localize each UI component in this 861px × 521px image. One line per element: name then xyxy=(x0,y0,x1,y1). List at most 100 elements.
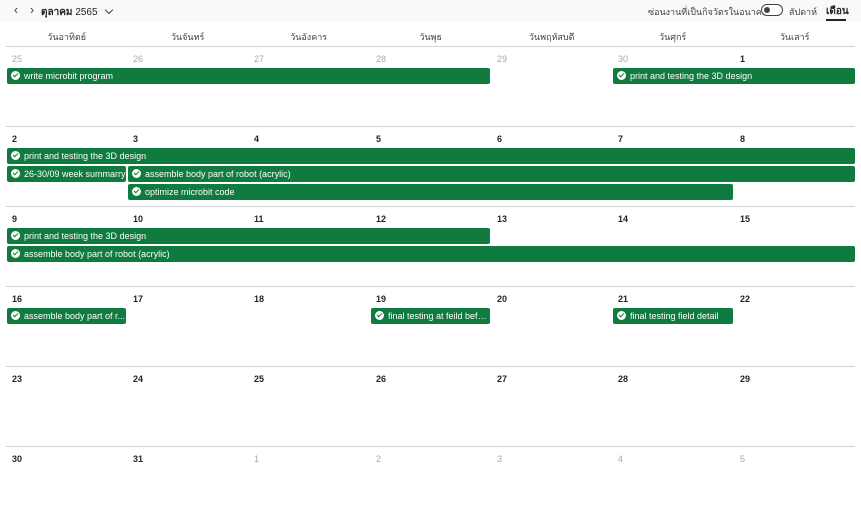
task-event[interactable]: assemble body part of robot (acrylic) xyxy=(128,166,855,182)
day-number[interactable]: 21 xyxy=(618,294,628,304)
active-tab-indicator xyxy=(826,19,846,21)
checkmark-circle-icon xyxy=(617,71,626,80)
chevron-down-icon xyxy=(105,5,114,15)
day-number[interactable]: 22 xyxy=(740,294,750,304)
task-event[interactable]: assemble body part of r... xyxy=(7,308,126,324)
weekday-header: วันเสาร์ xyxy=(779,32,810,42)
weekday-header: วันอังคาร xyxy=(290,32,328,42)
day-number[interactable]: 2 xyxy=(376,454,381,464)
month-label: ตุลาคม xyxy=(41,7,73,18)
day-number[interactable]: 28 xyxy=(618,374,628,384)
task-event-title: print and testing the 3D design xyxy=(24,151,147,161)
week-separator xyxy=(6,446,855,447)
weekday-header: วันพุธ xyxy=(419,32,442,42)
checkmark-circle-icon xyxy=(617,311,626,320)
day-number[interactable]: 29 xyxy=(740,374,750,384)
day-number[interactable]: 31 xyxy=(133,454,143,464)
day-number[interactable]: 25 xyxy=(12,54,22,64)
weekday-header: วันอาทิตย์ xyxy=(47,32,86,42)
day-number[interactable]: 16 xyxy=(12,294,22,304)
day-number[interactable]: 5 xyxy=(376,134,381,144)
checkmark-circle-icon xyxy=(11,231,20,240)
task-event-title: final testing at feild befo... xyxy=(388,311,490,321)
day-number[interactable]: 2 xyxy=(12,134,17,144)
day-number[interactable]: 3 xyxy=(133,134,138,144)
task-event-title: assemble body part of robot (acrylic) xyxy=(145,169,291,179)
day-number[interactable]: 27 xyxy=(254,54,264,64)
weekday-header: วันพฤหัสบดี xyxy=(528,32,575,42)
day-number[interactable]: 30 xyxy=(12,454,22,464)
checkmark-circle-icon xyxy=(132,187,141,196)
day-number[interactable]: 5 xyxy=(740,454,745,464)
day-number[interactable]: 4 xyxy=(618,454,623,464)
chevron-left-icon[interactable]: ‹ xyxy=(9,3,23,17)
day-number[interactable]: 4 xyxy=(254,134,259,144)
day-number[interactable]: 1 xyxy=(254,454,259,464)
day-number[interactable]: 25 xyxy=(254,374,264,384)
task-event[interactable]: write microbit program xyxy=(7,68,490,84)
day-number[interactable]: 18 xyxy=(254,294,264,304)
day-number[interactable]: 28 xyxy=(376,54,386,64)
day-number[interactable]: 26 xyxy=(133,54,143,64)
day-number[interactable]: 26 xyxy=(376,374,386,384)
day-number[interactable]: 14 xyxy=(618,214,628,224)
calendar-toolbar: ‹ › ตุลาคม 2565 ซ่อนงานที่เป็นกิจวัตรในอ… xyxy=(0,0,861,22)
checkmark-circle-icon xyxy=(132,169,141,178)
weekday-header: วันจันทร์ xyxy=(170,32,205,42)
checkmark-circle-icon xyxy=(11,249,20,258)
chevron-right-icon[interactable]: › xyxy=(25,3,39,17)
task-event[interactable]: 26-30/09 week summarry xyxy=(7,166,126,182)
task-event[interactable]: optimize microbit code xyxy=(128,184,733,200)
checkmark-circle-icon xyxy=(375,311,384,320)
day-number[interactable]: 20 xyxy=(497,294,507,304)
day-number[interactable]: 30 xyxy=(618,54,628,64)
task-event-title: assemble body part of r... xyxy=(24,311,126,321)
toggle-knob xyxy=(764,7,770,13)
week-separator xyxy=(6,286,855,287)
day-number[interactable]: 27 xyxy=(497,374,507,384)
week-view-tab[interactable]: สัปดาห์ xyxy=(789,5,817,19)
task-event[interactable]: print and testing the 3D design xyxy=(7,228,490,244)
checkmark-circle-icon xyxy=(11,169,20,178)
week-separator xyxy=(6,46,855,47)
day-number[interactable]: 19 xyxy=(376,294,386,304)
task-event-title: final testing field detail xyxy=(630,311,719,321)
task-event[interactable]: final testing field detail xyxy=(613,308,733,324)
task-event-title: assemble body part of robot (acrylic) xyxy=(24,249,170,259)
task-event-title: print and testing the 3D design xyxy=(24,231,147,241)
day-number[interactable]: 7 xyxy=(618,134,623,144)
day-number[interactable]: 1 xyxy=(740,54,745,64)
checkmark-circle-icon xyxy=(11,311,20,320)
task-event[interactable]: print and testing the 3D design xyxy=(613,68,855,84)
task-event[interactable]: assemble body part of robot (acrylic) xyxy=(7,246,855,262)
day-number[interactable]: 6 xyxy=(497,134,502,144)
week-separator xyxy=(6,206,855,207)
day-number[interactable]: 3 xyxy=(497,454,502,464)
day-number[interactable]: 8 xyxy=(740,134,745,144)
checkmark-circle-icon xyxy=(11,71,20,80)
task-event-title: optimize microbit code xyxy=(145,187,235,197)
day-number[interactable]: 17 xyxy=(133,294,143,304)
task-event[interactable]: print and testing the 3D design xyxy=(7,148,855,164)
task-event-title: write microbit program xyxy=(24,71,114,81)
task-event[interactable]: final testing at feild befo... xyxy=(371,308,490,324)
month-view-tab[interactable]: เดือน xyxy=(826,4,849,19)
task-event-title: print and testing the 3D design xyxy=(630,71,753,81)
week-separator xyxy=(6,366,855,367)
hide-recurring-label: ซ่อนงานที่เป็นกิจวัตรในอนาคต xyxy=(648,7,768,17)
day-number[interactable]: 12 xyxy=(376,214,386,224)
month-picker[interactable]: ตุลาคม 2565 xyxy=(41,5,114,20)
day-number[interactable]: 13 xyxy=(497,214,507,224)
year-label: 2565 xyxy=(75,7,98,18)
day-number[interactable]: 24 xyxy=(133,374,143,384)
day-number[interactable]: 15 xyxy=(740,214,750,224)
day-number[interactable]: 23 xyxy=(12,374,22,384)
day-number[interactable]: 10 xyxy=(133,214,143,224)
day-number[interactable]: 29 xyxy=(497,54,507,64)
day-number[interactable]: 11 xyxy=(254,214,264,224)
week-separator xyxy=(6,126,855,127)
weekday-header: วันศุกร์ xyxy=(659,32,687,42)
day-number[interactable]: 9 xyxy=(12,214,17,224)
hide-recurring-toggle[interactable] xyxy=(761,4,783,16)
task-event-title: 26-30/09 week summarry xyxy=(24,169,126,179)
